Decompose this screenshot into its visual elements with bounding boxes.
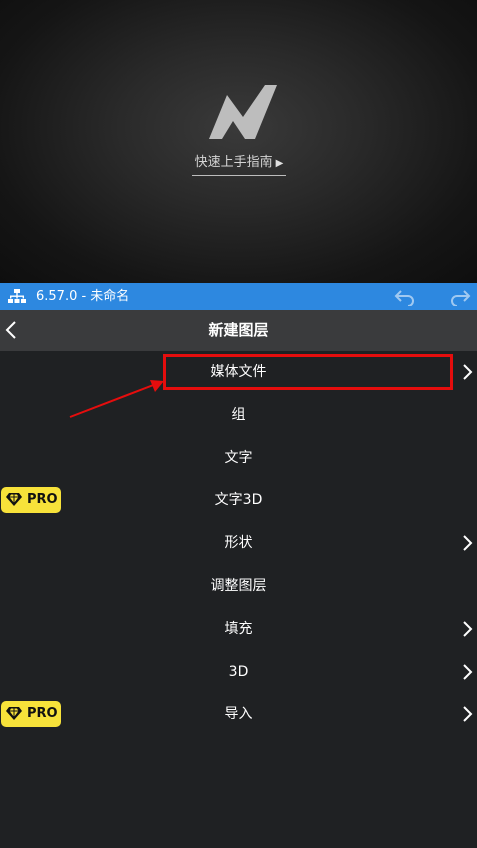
chevron-right-icon [463, 706, 473, 723]
chevron-right-icon [463, 535, 473, 551]
redo-icon[interactable] [449, 288, 471, 306]
chevron-right-icon [463, 621, 473, 637]
top-status-bar: 6.57.0 - 未命名 [0, 283, 477, 310]
menu-item-shape[interactable]: 形状 [0, 522, 477, 565]
menu-item-label: 文字3D [214, 492, 263, 509]
project-title: 6.57.0 - 未命名 [36, 289, 130, 304]
annotation-highlight-box [163, 354, 453, 390]
menu-item-3d[interactable]: 3D [0, 651, 477, 694]
chevron-right-icon [463, 663, 473, 680]
undo-icon[interactable] [394, 288, 416, 306]
menu-item-label: 导入 [224, 706, 253, 723]
annotation-arrow-icon [69, 380, 164, 418]
panel-header: 新建图层 [0, 310, 477, 351]
menu-item-label: 形状 [224, 535, 253, 552]
menu-item-label: 调整图层 [210, 577, 267, 594]
menu-item-label: 3D [228, 663, 249, 680]
menu-item-text-3d[interactable]: PRO 文字3D [0, 479, 477, 522]
chevron-right-icon [463, 364, 473, 380]
menu-item-label: 文字 [224, 449, 253, 466]
panel-title: 新建图层 [208, 321, 269, 339]
menu-item-adjustment-layer[interactable]: 调整图层 [0, 565, 477, 608]
play-triangle-icon: ▶ [275, 158, 284, 169]
app-logo-icon [209, 85, 277, 139]
quick-start-guide-link[interactable]: 快速上手指南 ▶ [192, 153, 286, 176]
preview-area: 快速上手指南 ▶ [0, 0, 477, 283]
menu-item-label: 填充 [224, 620, 253, 637]
menu-item-fill[interactable]: 填充 [0, 608, 477, 651]
guide-label: 快速上手指南 [194, 155, 273, 170]
project-tree-icon[interactable] [8, 289, 26, 304]
menu-item-import[interactable]: PRO 导入 [0, 693, 477, 736]
menu-item-text[interactable]: 文字 [0, 437, 477, 480]
